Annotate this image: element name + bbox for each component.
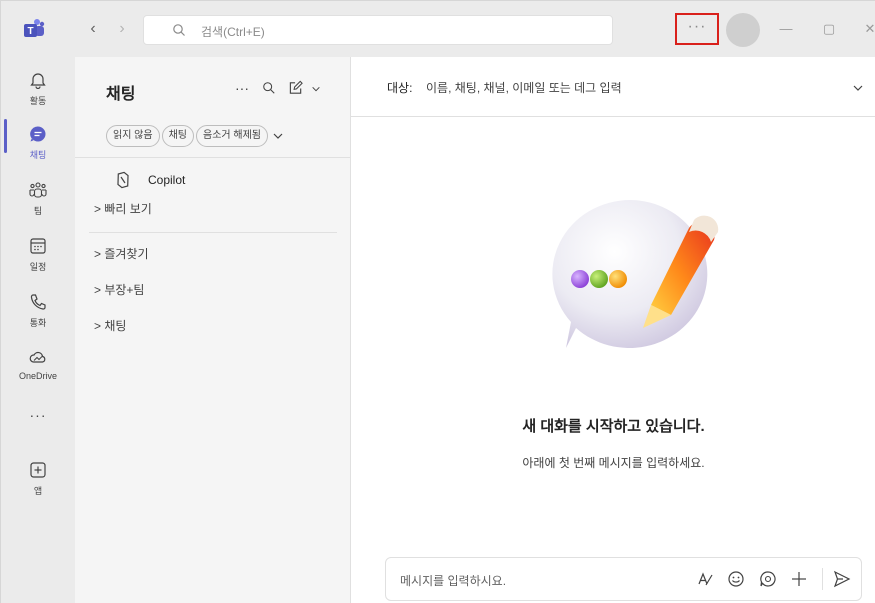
new-chat-area: 대상: 이름, 채팅, 채널, 이메일 또는 데그 입력 새 대화를 시작하고 … [351,57,875,603]
bell-icon [30,73,46,89]
svg-text:T: T [27,26,33,37]
divider [89,232,337,233]
new-chat-illustration [552,199,719,348]
copilot-item[interactable]: Copilot [114,169,185,191]
message-input[interactable]: 메시지를 입력하시요. [400,572,506,589]
send-icon[interactable] [833,570,851,588]
compose-icon[interactable] [288,80,304,95]
chevron-down-icon[interactable] [272,130,284,142]
search-icon [173,24,185,36]
close-button[interactable]: ✕ [858,18,875,40]
teams-logo-icon[interactable]: T [23,18,45,40]
rail-item-label: 팀 [33,206,43,216]
copilot-icon [117,171,129,189]
pane-more-button[interactable]: ··· [235,78,249,98]
rail-item-label: 채팅 [29,150,47,160]
rail-item-label: 통화 [29,318,47,328]
calendar-icon [30,238,46,254]
maximize-button[interactable]: ▢ [817,18,841,40]
section-chats[interactable]: > 채팅 [94,317,126,334]
format-icon[interactable] [696,570,714,588]
recipient-bar[interactable]: 대상: 이름, 채팅, 채널, 이메일 또는 데그 입력 [351,57,875,117]
forward-button[interactable]: › [112,19,132,39]
rail-item-calls[interactable]: 통화 [1,287,75,339]
rail-item-label: OneDrive [18,371,57,381]
rail-item-label: 일정 [29,262,47,272]
rail-item-label: 앱 [33,486,43,496]
divider [822,568,823,590]
title-bar: T ‹ › 검색(Ctrl+E) ··· — ▢ ✕ [1,1,875,57]
search-icon[interactable] [261,81,277,95]
rail-item-activity[interactable]: 활동 [1,65,75,117]
search-input[interactable]: 검색(Ctrl+E) [143,15,613,45]
teams-window: T ‹ › 검색(Ctrl+E) ··· — ▢ ✕ 활동 채팅 팀 일정 통화… [0,0,875,603]
search-placeholder: 검색(Ctrl+E) [201,25,265,39]
settings-more-button[interactable]: ··· [675,13,719,45]
section-manager-team[interactable]: > 부장+팀 [94,281,144,298]
pane-title: 채팅 [106,86,136,103]
chat-icon [30,126,46,142]
emoji-icon[interactable] [727,570,745,588]
chat-list-pane: 채팅 ··· 읽지 않음 채팅 음소거 해제됨 Copilot > 빠리 보기 … [75,57,351,603]
divider [75,157,351,158]
loop-icon[interactable] [759,570,777,588]
empty-state-subtitle: 아래에 첫 번째 메시지를 입력하세요. [522,456,705,470]
rail-item-label: 활동 [29,96,47,106]
add-app-icon [30,462,46,478]
rail-item-apps[interactable]: 앱 [1,455,75,507]
message-composer[interactable]: 메시지를 입력하시요. [385,557,862,601]
filter-unread[interactable]: 읽지 않음 [106,125,160,147]
filter-chips: 읽지 않음 채팅 음소거 해제됨 [106,125,284,147]
rail-more-button[interactable]: ··· [1,407,75,423]
cloud-icon [29,351,46,363]
recipient-label: 대상: [387,81,413,95]
phone-icon [30,294,46,310]
avatar[interactable] [726,13,760,47]
app-rail: 활동 채팅 팀 일정 통화 OneDrive ··· 앱 [1,57,75,603]
minimize-button[interactable]: — [774,18,798,40]
filter-chats[interactable]: 채팅 [161,125,194,147]
chevron-down-icon[interactable] [851,81,865,95]
rail-item-onedrive[interactable]: OneDrive [1,342,75,394]
section-favorites[interactable]: > 즐겨찾기 [94,245,149,262]
back-button[interactable]: ‹ [83,19,103,39]
copilot-label: Copilot [148,173,186,187]
recipient-input[interactable]: 이름, 채팅, 채널, 이메일 또는 데그 입력 [426,79,622,96]
rail-item-calendar[interactable]: 일정 [1,231,75,283]
section-quick-view[interactable]: > 빠리 보기 [94,200,152,217]
rail-item-teams[interactable]: 팀 [1,175,75,227]
empty-state-title: 새 대화를 시작하고 있습니다. [522,418,705,435]
rail-item-chat[interactable]: 채팅 [1,119,75,171]
plus-icon[interactable] [790,570,808,588]
chevron-down-icon[interactable] [310,84,322,94]
teams-icon [29,182,47,198]
filter-unmuted[interactable]: 음소거 해제됨 [196,125,268,147]
